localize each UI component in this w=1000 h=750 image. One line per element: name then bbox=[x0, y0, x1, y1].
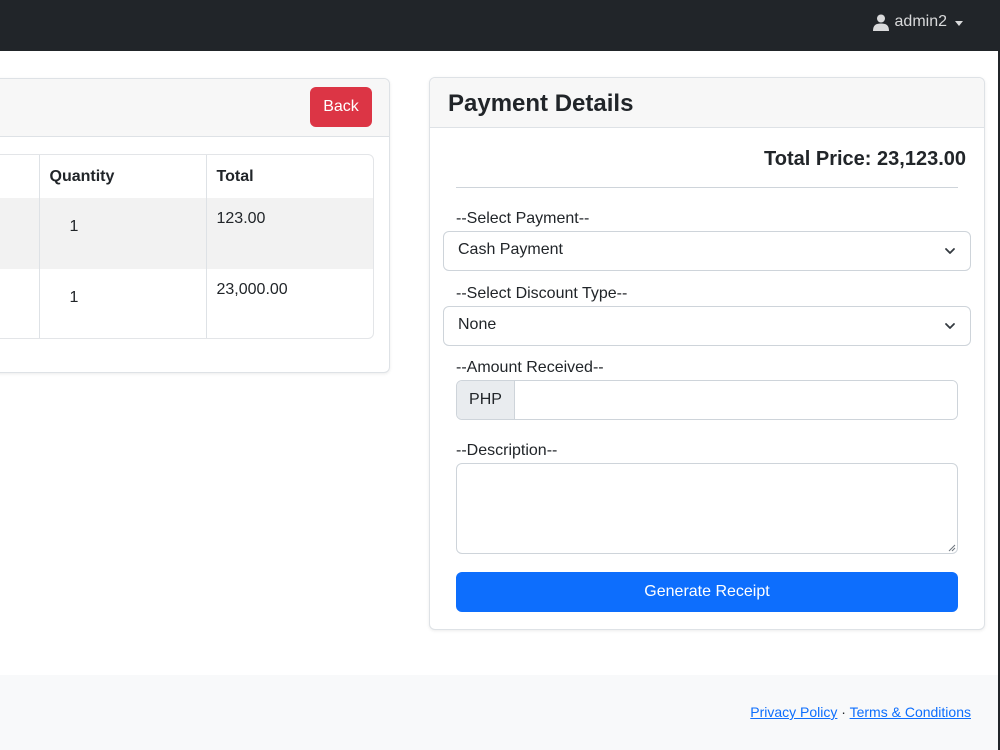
order-items-card: Back Quantity Total 1 123.00 1 23,000.00 bbox=[0, 78, 390, 373]
currency-addon: PHP bbox=[457, 381, 515, 419]
user-icon bbox=[872, 14, 889, 31]
order-card-header: Back bbox=[0, 79, 389, 137]
footer: Privacy Policy · Terms & Conditions bbox=[0, 675, 998, 750]
discount-type-label: --Select Discount Type-- bbox=[456, 285, 628, 302]
divider bbox=[456, 187, 958, 188]
amount-received-group: PHP bbox=[456, 380, 958, 420]
column-header-total: Total bbox=[216, 167, 254, 185]
caret-down-icon bbox=[955, 20, 963, 26]
amount-received-input[interactable] bbox=[515, 381, 957, 419]
table-row: 1 23,000.00 bbox=[0, 269, 373, 338]
quantity-cell: 1 bbox=[39, 269, 207, 338]
description-textarea[interactable] bbox=[456, 463, 958, 554]
table-row: 1 123.00 bbox=[0, 198, 373, 269]
payment-method-label: --Select Payment-- bbox=[456, 210, 590, 227]
total-cell: 23,000.00 bbox=[216, 281, 288, 298]
table-header-row: Quantity Total bbox=[0, 155, 373, 198]
discount-type-select[interactable]: None bbox=[443, 306, 971, 346]
column-header-quantity: Quantity bbox=[39, 155, 207, 198]
payment-method-select[interactable]: Cash Payment bbox=[443, 231, 971, 271]
footer-separator: · bbox=[841, 704, 846, 720]
total-price: Total Price: 23,123.00 bbox=[764, 148, 966, 170]
total-cell: 123.00 bbox=[216, 210, 266, 227]
chevron-down-icon bbox=[945, 323, 955, 329]
amount-received-label: --Amount Received-- bbox=[456, 359, 604, 376]
footer-links: Privacy Policy · Terms & Conditions bbox=[750, 704, 971, 720]
chevron-down-icon bbox=[945, 248, 955, 254]
resize-grip-icon[interactable] bbox=[948, 544, 956, 552]
payment-title: Payment Details bbox=[448, 90, 634, 117]
order-items-table: Quantity Total 1 123.00 1 23,000.00 bbox=[0, 154, 374, 339]
payment-card-header: Payment Details bbox=[430, 78, 984, 128]
top-navbar: admin2 bbox=[0, 0, 1000, 51]
generate-receipt-button[interactable]: Generate Receipt bbox=[456, 572, 958, 612]
discount-type-value: None bbox=[458, 316, 497, 333]
privacy-policy-link[interactable]: Privacy Policy bbox=[750, 704, 837, 720]
quantity-cell: 1 bbox=[39, 198, 207, 269]
username-label: admin2 bbox=[894, 13, 947, 30]
user-menu[interactable]: admin2 bbox=[872, 13, 963, 31]
terms-conditions-link[interactable]: Terms & Conditions bbox=[850, 704, 971, 720]
payment-method-value: Cash Payment bbox=[458, 241, 563, 258]
column-header bbox=[0, 155, 40, 198]
back-button[interactable]: Back bbox=[310, 87, 372, 127]
payment-details-card: Payment Details Total Price: 23,123.00 -… bbox=[429, 77, 985, 630]
description-label: --Description-- bbox=[456, 442, 558, 459]
